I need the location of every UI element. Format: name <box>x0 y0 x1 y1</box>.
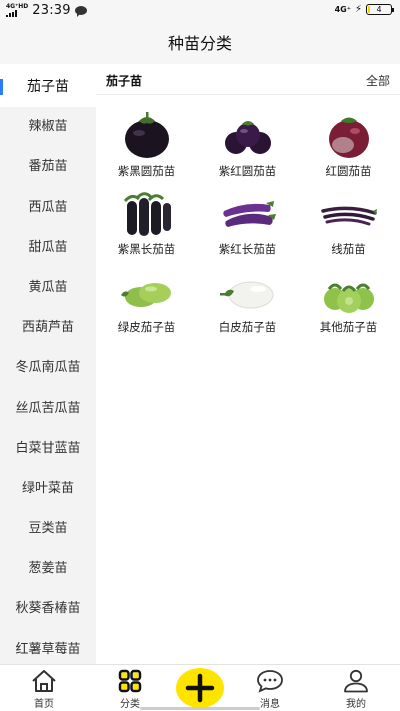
battery-icon: 4 <box>366 4 394 15</box>
long-black-eggplant-icon <box>123 192 171 236</box>
round-purple-eggplant-icon <box>224 121 271 154</box>
product-label: 红圆茄苗 <box>325 164 372 178</box>
thin-eggplant-icon <box>320 206 377 226</box>
home-icon <box>32 670 56 692</box>
tab-messages[interactable]: 消息 <box>240 669 300 710</box>
sidebar-item[interactable]: 红薯草莓苗 <box>0 630 96 665</box>
product-card[interactable]: 红圆茄苗 <box>298 109 399 187</box>
clock: 23:39 <box>32 3 71 18</box>
round-red-eggplant-icon <box>328 117 369 158</box>
sidebar-item[interactable]: 秋葵香椿苗 <box>0 589 96 629</box>
network-type-right: 4G⁺ <box>334 5 351 14</box>
product-card[interactable]: 绿皮茄子苗 <box>96 265 197 343</box>
bottom-tab-bar: 首页 分类 消息 我的 <box>0 664 400 711</box>
plus-icon <box>185 673 215 703</box>
product-label: 其他茄子苗 <box>319 320 378 334</box>
sidebar-item[interactable]: 冬瓜南瓜苗 <box>0 348 96 388</box>
tab-category[interactable]: 分类 <box>100 669 160 710</box>
profile-icon <box>344 669 368 693</box>
sidebar-item[interactable]: 豆类苗 <box>0 509 96 549</box>
tab-profile[interactable]: 我的 <box>326 669 386 710</box>
product-card[interactable]: 紫黑圆茄苗 <box>96 109 197 187</box>
view-all-link[interactable]: 全部 <box>366 72 390 89</box>
sidebar-item[interactable]: 绿叶菜苗 <box>0 469 96 509</box>
product-card[interactable]: 线茄苗 <box>298 187 399 265</box>
tab-home[interactable]: 首页 <box>14 669 74 710</box>
sidebar-item[interactable]: 黄瓜苗 <box>0 268 96 308</box>
product-label: 白皮茄子苗 <box>218 320 277 334</box>
long-purple-eggplant-icon <box>222 201 276 227</box>
sidebar-item[interactable]: 辣椒苗 <box>0 107 96 147</box>
round-black-eggplant-icon <box>124 112 169 158</box>
section-header: 茄子苗 全部 <box>96 67 400 95</box>
battery-level: 4 <box>376 5 382 14</box>
sidebar-item[interactable]: 甜瓜苗 <box>0 228 96 268</box>
other-eggplant-icon <box>323 283 374 313</box>
product-card[interactable]: 白皮茄子苗 <box>197 265 298 343</box>
sidebar-item[interactable]: 丝瓜苦瓜苗 <box>0 389 96 429</box>
sidebar-item[interactable]: 番茄苗 <box>0 147 96 187</box>
sidebar-item[interactable]: 葱姜苗 <box>0 549 96 589</box>
green-eggplant-icon <box>120 283 171 307</box>
category-sidebar: 茄子苗 辣椒苗 番茄苗 西瓜苗 甜瓜苗 黄瓜苗 西葫芦苗 冬瓜南瓜苗 丝瓜苦瓜苗 白菜甘蓝苗 绿叶菜… <box>0 67 96 665</box>
page-title: 种苗分类 <box>0 24 400 64</box>
product-card[interactable]: 紫黑长茄苗 <box>96 187 197 265</box>
home-indicator <box>140 707 260 710</box>
status-bar: 4G⁺HD 23:39 4G⁺ ⚡ 4 <box>0 0 400 24</box>
tab-home-label: 首页 <box>34 699 54 710</box>
category-grid-icon <box>118 669 142 693</box>
sidebar-item[interactable]: 西葫芦苗 <box>0 308 96 348</box>
product-label: 绿皮茄子苗 <box>117 320 176 334</box>
sidebar-item[interactable]: 白菜甘蓝苗 <box>0 429 96 469</box>
product-label: 线茄苗 <box>331 242 366 256</box>
product-label: 紫黑圆茄苗 <box>117 164 176 178</box>
section-title: 茄子苗 <box>106 74 143 88</box>
product-card[interactable]: 其他茄子苗 <box>298 265 399 343</box>
category-content: 茄子苗 全部 紫黑圆茄苗 紫红圆茄苗 红圆茄苗紫黑长茄苗 紫红长茄苗 线茄苗绿皮茄子苗 白… <box>96 67 400 665</box>
message-icon <box>257 670 283 693</box>
product-label: 紫红圆茄苗 <box>218 164 277 178</box>
product-card[interactable]: 紫红圆茄苗 <box>197 109 298 187</box>
charging-icon: ⚡ <box>354 4 362 15</box>
signal-icon: 4G⁺HD <box>6 4 28 17</box>
chat-notification-icon <box>74 6 87 17</box>
product-grid: 紫黑圆茄苗 紫红圆茄苗 红圆茄苗紫黑长茄苗 紫红长茄苗 线茄苗绿皮茄子苗 白皮茄子苗 其他茄… <box>96 95 400 343</box>
product-label: 紫黑长茄苗 <box>117 242 176 256</box>
tab-profile-label: 我的 <box>346 699 366 710</box>
white-eggplant-icon <box>219 281 273 309</box>
sidebar-item[interactable]: 西瓜苗 <box>0 188 96 228</box>
sidebar-item[interactable]: 茄子苗 <box>0 67 96 108</box>
product-card[interactable]: 紫红长茄苗 <box>197 187 298 265</box>
publish-button[interactable] <box>176 668 224 708</box>
product-label: 紫红长茄苗 <box>218 242 277 256</box>
